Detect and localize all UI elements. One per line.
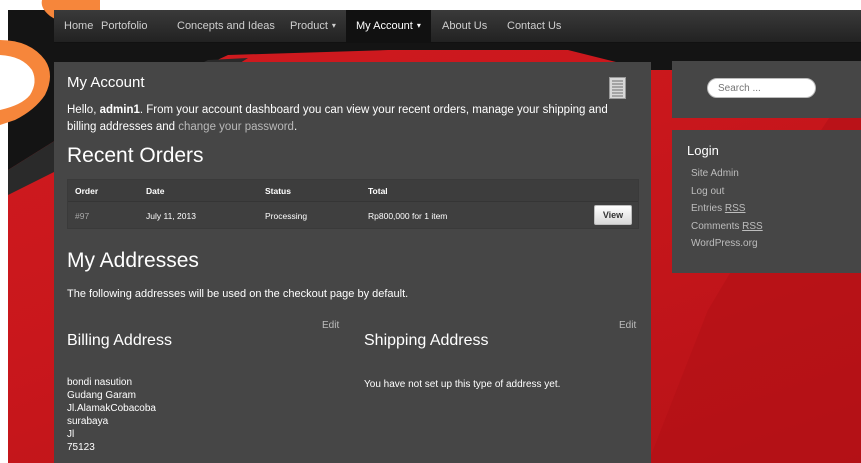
top-navigation: Home Portofolio Concepts and Ideas Produ… [54,10,861,43]
shipping-address-heading: Shipping Address [364,332,489,349]
nav-my-account[interactable]: My Account ▾ [346,10,431,42]
column-header-total: Total [368,186,388,196]
order-number-link[interactable]: #97 [75,211,89,221]
rss-abbr: RSS [724,203,746,214]
search-input[interactable] [707,78,816,98]
intro-end: . [293,121,298,133]
search-widget [672,61,861,118]
entries-rss-label: Entries [691,203,725,214]
comments-rss-link[interactable]: Comments RSS [691,221,763,232]
recent-orders-heading: Recent Orders [67,144,204,167]
billing-line: Jl.AlamakCobacoba [67,403,156,414]
nav-home-label: Home [64,20,94,32]
addresses-note: The following addresses will be used on … [67,288,409,300]
account-intro: Hello, admin1. From your account dashboa… [67,102,612,136]
billing-address-lines: bondi nasution Gudang Garam Jl.AlamakCob… [67,376,156,454]
nav-contact-label: Contact Us [507,20,562,32]
entries-rss-link[interactable]: Entries RSS [691,203,745,214]
chevron-down-icon: ▾ [416,21,421,31]
login-title: Login [687,143,719,158]
change-password-link[interactable]: change your password [178,121,294,133]
log-out-link[interactable]: Log out [691,186,724,197]
nav-concepts-and-ideas[interactable]: Concepts and Ideas [177,10,275,42]
column-header-order: Order [75,186,99,196]
intro-username: admin1 [99,104,140,116]
column-header-status: Status [265,186,291,196]
orders-table: Order Date Status Total #97 July 11, 201… [67,179,639,229]
billing-line: Gudang Garam [67,390,136,401]
billing-address-heading: Billing Address [67,332,172,349]
view-order-button[interactable]: View [594,205,632,225]
nav-about-us[interactable]: About Us [442,10,487,42]
wordpress-org-link[interactable]: WordPress.org [691,238,758,249]
site-admin-link[interactable]: Site Admin [691,168,739,179]
shipping-address-note: You have not set up this type of address… [364,379,561,390]
billing-line: surabaya [67,416,109,427]
nav-my-account-label: My Account [356,20,413,32]
order-total: Rp800,000 for 1 item [368,211,448,221]
intro-text: . From your account dashboard you can vi… [67,104,608,133]
nav-home[interactable]: Home [64,10,93,42]
nav-product[interactable]: Product ▾ [290,10,336,42]
rss-abbr: RSS [742,221,763,232]
chevron-down-icon: ▾ [331,21,336,31]
nav-portofolio-label: Portofolio [101,20,148,32]
order-status: Processing [265,211,308,221]
billing-line: 75123 [67,442,95,453]
column-header-date: Date [146,186,165,196]
login-widget: Login Site Admin Log out Entries RSS Com… [672,130,861,273]
billing-line: bondi nasution [67,377,133,388]
edit-shipping-link[interactable]: Edit [619,320,636,331]
document-icon[interactable] [609,77,626,99]
nav-contact-us[interactable]: Contact Us [507,10,561,42]
nav-product-label: Product [290,20,328,32]
billing-line: Jl [67,429,75,440]
main-content: My Account Hello, admin1. From your acco… [54,62,651,463]
my-addresses-heading: My Addresses [67,249,199,272]
page-title: My Account [67,74,145,91]
comments-rss-label: Comments [691,221,743,232]
intro-hello: Hello, [67,104,100,116]
nav-concepts-label: Concepts and Ideas [177,20,275,32]
nav-about-label: About Us [442,20,488,32]
edit-billing-link[interactable]: Edit [322,320,339,331]
nav-portofolio[interactable]: Portofolio [101,10,147,42]
order-date: July 11, 2013 [146,211,196,221]
